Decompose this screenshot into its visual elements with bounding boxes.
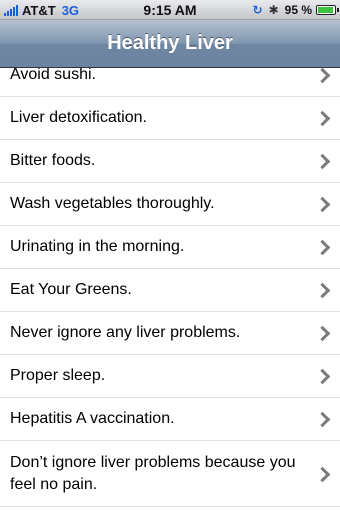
chevron-right-icon (314, 411, 331, 428)
list-item[interactable]: Don’t ignore liver problems because you … (0, 441, 340, 507)
chevron-right-icon (314, 466, 331, 482)
list-item-label: Urinating in the morning. (10, 238, 185, 255)
bluetooth-icon: ✱ (268, 3, 279, 17)
list-item-label: Wash vegetables thoroughly. (10, 195, 215, 212)
list-item[interactable]: Bitter foods. (0, 140, 340, 183)
page-title: Healthy Liver (107, 32, 233, 54)
tips-list[interactable]: Avoid sushi. Liver detoxification. Bitte… (0, 68, 340, 510)
list-item[interactable]: Proper sleep. (0, 355, 340, 398)
list-item-label: Hepatitis A vaccination. (10, 410, 175, 427)
list-item-label: Never ignore any liver problems. (10, 324, 241, 341)
chevron-right-icon (314, 239, 331, 256)
list-item[interactable]: Hepatitis A vaccination. (0, 398, 340, 441)
battery-icon (316, 5, 339, 15)
list-item[interactable]: Liver detoxification. (0, 97, 340, 140)
chevron-right-icon (314, 368, 331, 385)
battery-fill (318, 7, 333, 13)
chevron-right-icon (314, 325, 331, 342)
chevron-right-icon (314, 68, 331, 84)
list-item[interactable]: Avoid sushi. (0, 68, 340, 97)
status-bar: AT&T 3G 9:15 AM ↻ ✱ 95 % (0, 0, 340, 20)
lock-rotation-icon: ↻ (252, 3, 263, 17)
navigation-bar: Healthy Liver (0, 20, 340, 68)
battery-percent: 95 % (284, 3, 312, 17)
list-item-label: Proper sleep. (10, 367, 106, 384)
list-item[interactable]: Eat Your Greens. (0, 269, 340, 312)
tips-list-inner: Avoid sushi. Liver detoxification. Bitte… (0, 68, 340, 507)
list-item[interactable]: Urinating in the morning. (0, 226, 340, 269)
list-item-label: Bitter foods. (10, 152, 96, 169)
list-item[interactable]: Wash vegetables thoroughly. (0, 183, 340, 226)
list-item-label: Avoid sushi. (10, 68, 96, 83)
chevron-right-icon (314, 196, 331, 213)
status-right: ↻ ✱ 95 % (252, 2, 339, 18)
chevron-right-icon (314, 110, 331, 127)
list-item[interactable]: Never ignore any liver problems. (0, 312, 340, 355)
list-item-label: Eat Your Greens. (10, 281, 132, 298)
screen: AT&T 3G 9:15 AM ↻ ✱ 95 % Healthy Liver A… (0, 0, 340, 510)
list-item-label: Don’t ignore liver problems because you … (10, 453, 296, 493)
list-item-label: Liver detoxification. (10, 109, 147, 126)
chevron-right-icon (314, 282, 331, 299)
chevron-right-icon (314, 153, 331, 170)
